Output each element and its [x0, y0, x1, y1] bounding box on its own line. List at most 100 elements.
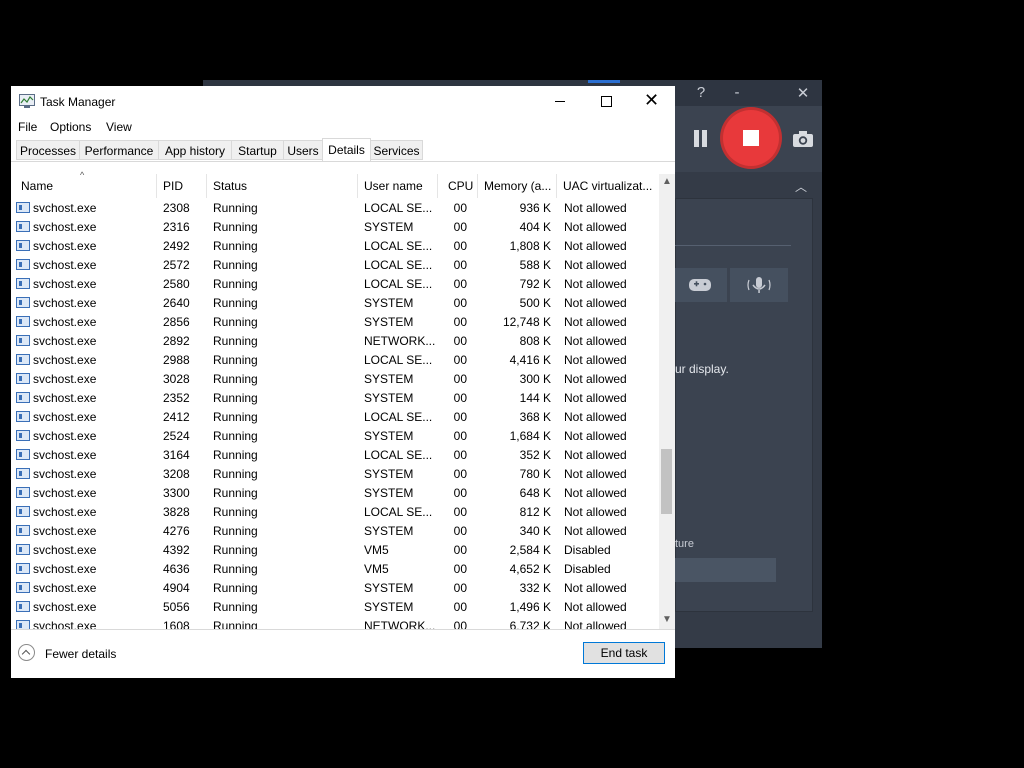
scroll-down-icon[interactable]: ▼	[662, 614, 672, 625]
pause-icon[interactable]	[692, 130, 710, 148]
cell-uac: Not allowed	[564, 334, 627, 348]
scroll-up-icon[interactable]: ▲	[662, 176, 672, 187]
table-row[interactable]: svchost.exe 2308 Running LOCAL SE... 00 936 K…	[11, 199, 659, 218]
table-row[interactable]: svchost.exe 3028 Running SYSTEM 00 300 K Not a…	[11, 370, 659, 389]
stop-record-button[interactable]	[723, 110, 779, 166]
table-row[interactable]: svchost.exe 3208 Running SYSTEM 00 780 K Not a…	[11, 465, 659, 484]
tab-processes[interactable]: Processes	[16, 140, 80, 160]
cell-pid: 4276	[163, 524, 190, 538]
table-row[interactable]: svchost.exe 2492 Running LOCAL SE... 00 1,808…	[11, 237, 659, 256]
cell-user: SYSTEM	[364, 372, 414, 386]
cell-user: SYSTEM	[364, 220, 414, 234]
gamepad-icon[interactable]	[675, 268, 727, 302]
cell-user: VM5	[364, 562, 389, 576]
table-row[interactable]: svchost.exe 2892 Running NETWORK... 00 808 K N…	[11, 332, 659, 351]
table-row[interactable]: svchost.exe 2524 Running SYSTEM 00 1,684 K Not…	[11, 427, 659, 446]
cell-memory: 648 K	[519, 486, 551, 500]
column-header-pid[interactable]: PID	[157, 174, 207, 198]
table-row[interactable]: svchost.exe 3828 Running LOCAL SE... 00 812 K…	[11, 503, 659, 522]
cell-uac: Not allowed	[564, 619, 627, 629]
close-button[interactable]: ✕	[628, 86, 674, 116]
column-header-cpu[interactable]: CPU	[438, 174, 478, 198]
tab-details[interactable]: Details	[322, 138, 371, 162]
cell-pid: 3028	[163, 372, 190, 386]
tab-startup[interactable]: Startup	[231, 140, 284, 160]
cell-memory: 368 K	[519, 410, 551, 424]
cell-name: svchost.exe	[33, 429, 97, 443]
cell-name: svchost.exe	[33, 315, 97, 329]
cell-user: LOCAL SE...	[364, 505, 433, 519]
recorder-help-button[interactable]: ?	[689, 84, 713, 101]
table-row[interactable]: svchost.exe 4392 Running VM5 00 2,584 K Disabl…	[11, 541, 659, 560]
table-row[interactable]: svchost.exe 3164 Running LOCAL SE... 00 352 K…	[11, 446, 659, 465]
table-row[interactable]: svchost.exe 2580 Running LOCAL SE... 00 792 K…	[11, 275, 659, 294]
cell-pid: 2572	[163, 258, 190, 272]
collapse-icon[interactable]: ︿	[795, 178, 807, 195]
tab-performance[interactable]: Performance	[79, 140, 159, 160]
process-icon	[16, 316, 30, 327]
table-row[interactable]: svchost.exe 4636 Running VM5 00 4,652 K Disabl…	[11, 560, 659, 579]
chevron-up-icon[interactable]	[18, 644, 35, 661]
cell-name: svchost.exe	[33, 353, 97, 367]
table-row[interactable]: svchost.exe 2988 Running LOCAL SE... 00 4,416…	[11, 351, 659, 370]
minimize-button[interactable]	[536, 86, 582, 116]
column-header-status[interactable]: Status	[207, 174, 358, 198]
table-row[interactable]: svchost.exe 2352 Running SYSTEM 00 144 K Not a…	[11, 389, 659, 408]
cell-memory: 4,652 K	[509, 562, 551, 576]
table-row[interactable]: svchost.exe 3300 Running SYSTEM 00 648 K Not a…	[11, 484, 659, 503]
cell-cpu: 00	[453, 220, 467, 234]
process-icon	[16, 373, 30, 384]
recorder-close-button[interactable]: ✕	[791, 84, 815, 102]
camera-icon[interactable]	[792, 130, 814, 148]
cell-pid: 3828	[163, 505, 190, 519]
cell-cpu: 00	[453, 372, 467, 386]
tab-services[interactable]: Services	[370, 140, 423, 160]
cell-user: VM5	[364, 543, 389, 557]
fewer-details-link[interactable]: Fewer details	[45, 647, 116, 661]
cell-user: LOCAL SE...	[364, 258, 433, 272]
recorder-input-field[interactable]	[675, 558, 776, 582]
table-row[interactable]: svchost.exe 2856 Running SYSTEM 00 12,748 K No…	[11, 313, 659, 332]
menu-file[interactable]: File	[18, 120, 37, 134]
end-task-button[interactable]: End task	[583, 642, 665, 664]
column-header-uac[interactable]: UAC virtualizat...	[557, 174, 659, 198]
column-header-user[interactable]: User name	[358, 174, 438, 198]
table-row[interactable]: svchost.exe 5056 Running SYSTEM 00 1,496 K Not…	[11, 598, 659, 617]
process-icon	[16, 563, 30, 574]
menu-view[interactable]: View	[106, 120, 132, 134]
cell-name: svchost.exe	[33, 562, 97, 576]
table-row[interactable]: svchost.exe 4904 Running SYSTEM 00 332 K Not a…	[11, 579, 659, 598]
tab-app-history[interactable]: App history	[158, 140, 232, 160]
table-row[interactable]: svchost.exe 2640 Running SYSTEM 00 500 K Not a…	[11, 294, 659, 313]
close-icon: ✕	[644, 90, 660, 110]
cell-user: SYSTEM	[364, 467, 414, 481]
process-icon	[16, 392, 30, 403]
tab-users[interactable]: Users	[283, 140, 323, 160]
table-row[interactable]: svchost.exe 4276 Running SYSTEM 00 340 K Not a…	[11, 522, 659, 541]
task-manager-window: Task Manager ✕ File Options View Process…	[11, 86, 675, 678]
table-row[interactable]: svchost.exe 2572 Running LOCAL SE... 00 588 K…	[11, 256, 659, 275]
column-header-memory[interactable]: Memory (a...	[478, 174, 557, 198]
menu-options[interactable]: Options	[50, 120, 91, 134]
process-icon	[16, 582, 30, 593]
cell-pid: 2524	[163, 429, 190, 443]
process-table: svchost.exe 2308 Running LOCAL SE... 00 936 K…	[11, 199, 659, 629]
cell-cpu: 00	[453, 467, 467, 481]
table-row[interactable]: svchost.exe 2316 Running SYSTEM 00 404 K Not a…	[11, 218, 659, 237]
cell-pid: 4636	[163, 562, 190, 576]
recorder-minimize-button[interactable]: -	[725, 84, 749, 101]
cell-cpu: 00	[453, 239, 467, 253]
cell-memory: 404 K	[519, 220, 551, 234]
table-row[interactable]: svchost.exe 1608 Running NETWORK... 00 6,732 …	[11, 617, 659, 629]
vertical-scrollbar[interactable]: ▲ ▼	[659, 174, 675, 629]
column-header-name[interactable]: Name	[15, 174, 157, 198]
cell-memory: 300 K	[519, 372, 551, 386]
maximize-button[interactable]	[582, 86, 628, 116]
cell-pid: 4392	[163, 543, 190, 557]
table-row[interactable]: svchost.exe 2412 Running LOCAL SE... 00 368 K…	[11, 408, 659, 427]
cell-cpu: 00	[453, 429, 467, 443]
cell-user: SYSTEM	[364, 296, 414, 310]
cell-name: svchost.exe	[33, 277, 97, 291]
scrollbar-thumb[interactable]	[661, 449, 672, 514]
microphone-icon[interactable]	[730, 268, 788, 302]
